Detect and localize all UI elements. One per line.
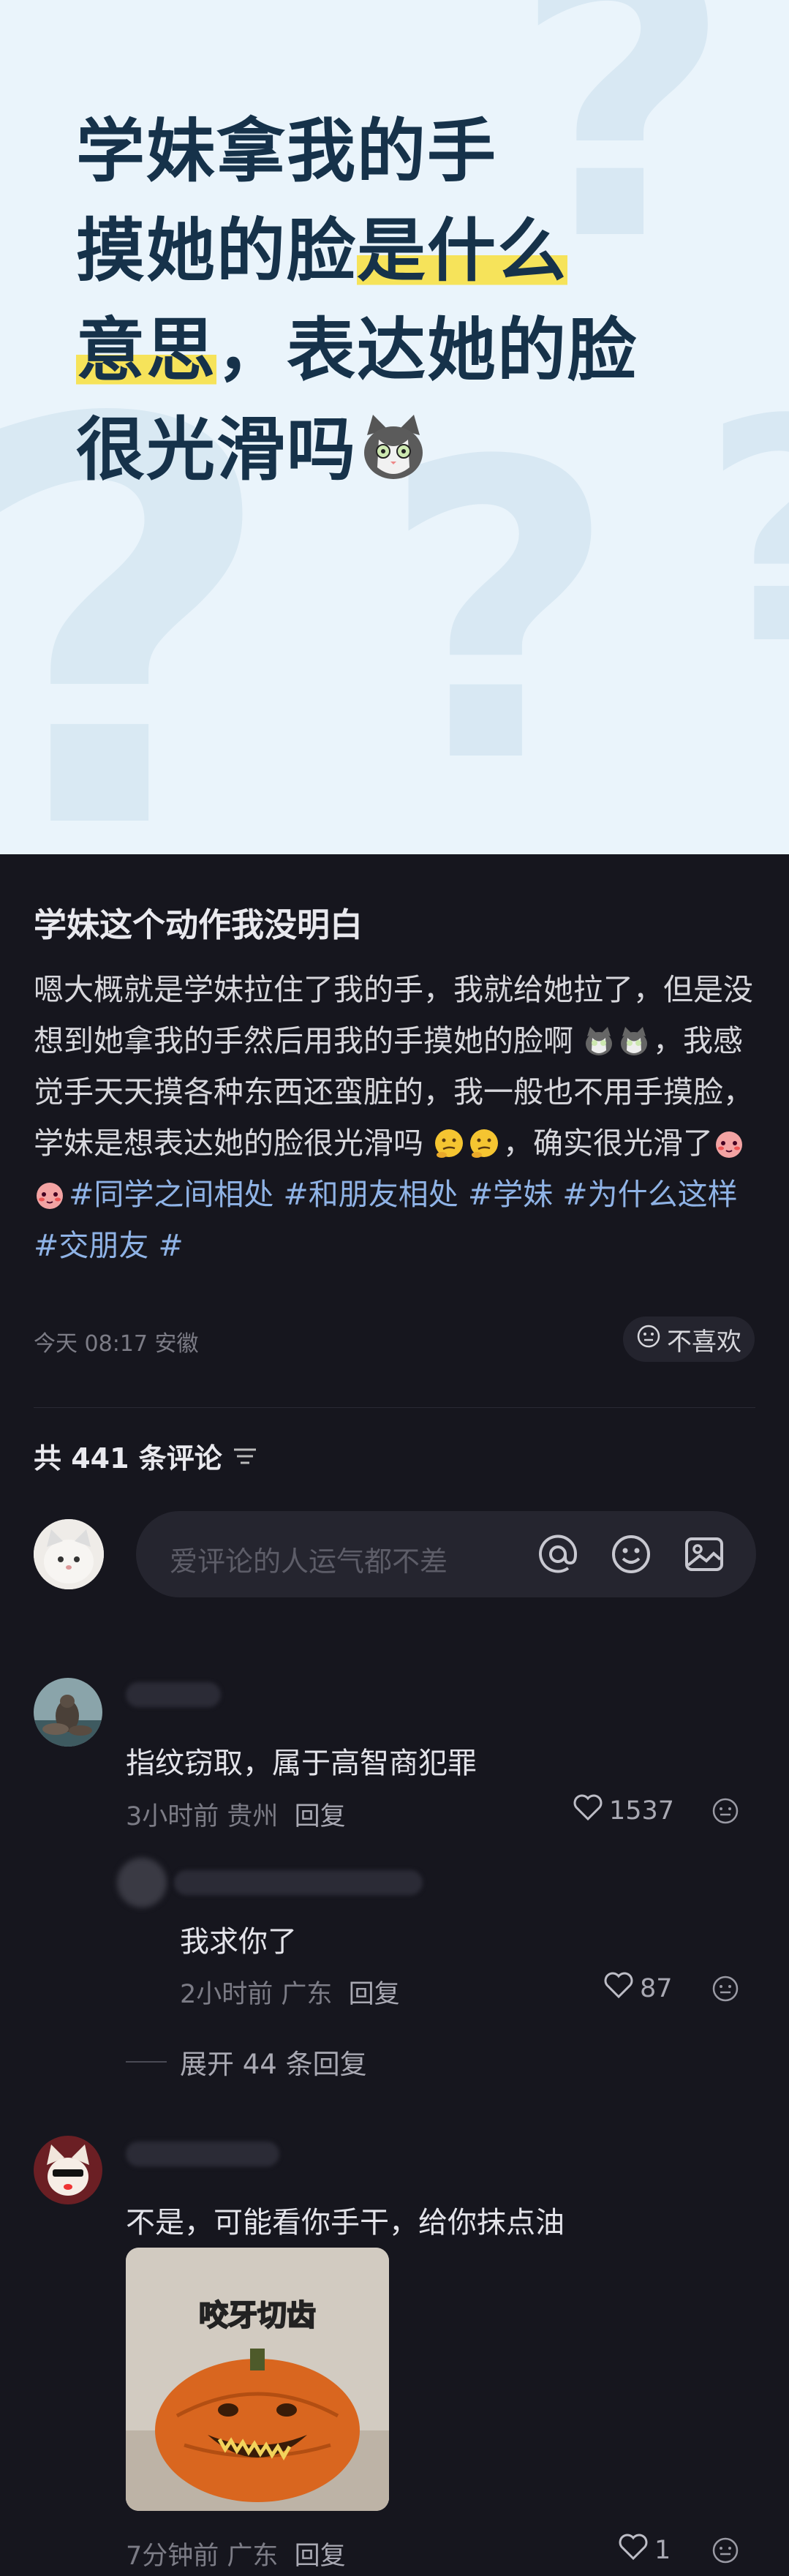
like-button[interactable]: 1 xyxy=(618,2533,671,2567)
commenter-name-blurred[interactable] xyxy=(126,1682,221,1707)
post-timestamp: 今天 08:17 安徽 xyxy=(34,1331,199,1357)
meme-caption: 咬牙切齿 xyxy=(198,2298,317,2333)
dislike-label: 不喜欢 xyxy=(667,1327,741,1357)
cover-title-line: ，表达她的脸 xyxy=(216,311,638,391)
divider xyxy=(34,1407,755,1408)
emoji-icon[interactable] xyxy=(608,1532,654,1577)
reply-button[interactable]: 回复 xyxy=(349,1980,400,2009)
comment-meta: 3小时前 贵州 回复 xyxy=(126,1796,346,1833)
hashtag-link[interactable]: #为什么这样 xyxy=(562,1177,737,1212)
post-text: ，确实很光滑了 xyxy=(503,1126,714,1161)
cover-title-line: 摸她的脸 xyxy=(76,211,358,291)
heart-icon xyxy=(618,2533,649,2567)
commenter-avatar[interactable] xyxy=(34,2136,102,2204)
post-title: 学妹这个动作我没明白 xyxy=(34,905,363,944)
expand-line xyxy=(126,2061,167,2063)
hashtag-link[interactable]: #交朋友 xyxy=(34,1228,148,1263)
dislike-button[interactable]: 不喜欢 xyxy=(623,1317,755,1362)
reaction-icon[interactable] xyxy=(711,1796,740,1826)
heart-icon xyxy=(573,1793,603,1828)
like-count: 87 xyxy=(640,1973,673,2003)
comment-meme-image[interactable]: 咬牙切齿 xyxy=(126,2248,389,2511)
expand-replies-button[interactable]: 展开 44 条回复 xyxy=(126,2042,367,2082)
reaction-icon[interactable] xyxy=(711,1974,740,2003)
cover-title-line: 学妹拿我的手 xyxy=(76,112,498,192)
commenter-avatar[interactable] xyxy=(34,1678,102,1747)
reply-button[interactable]: 回复 xyxy=(295,2542,346,2571)
neutral-face-icon xyxy=(636,1324,661,1355)
cover-title-line: 很光滑吗 xyxy=(76,410,358,490)
comment-input[interactable]: 爱评论的人运气都不差 xyxy=(136,1511,756,1597)
comment-text: 指纹窃取，属于高智商犯罪 xyxy=(126,1747,477,1780)
image-icon[interactable] xyxy=(682,1532,727,1577)
hashtag-link[interactable]: #同学之间相处 xyxy=(69,1177,273,1212)
like-button[interactable]: 87 xyxy=(603,1971,673,2006)
reply-button[interactable]: 回复 xyxy=(295,1802,346,1831)
like-count: 1537 xyxy=(609,1796,675,1826)
reaction-icon[interactable] xyxy=(711,2536,740,2565)
expand-label: 展开 44 条回复 xyxy=(180,2049,367,2080)
cat-emoji-icon xyxy=(583,1021,615,1055)
cover-title-highlight: 是什么 xyxy=(357,211,568,291)
hashtag-link[interactable]: #和朋友相处 xyxy=(283,1177,458,1212)
blush-emoji-icon xyxy=(34,1175,66,1209)
post-body: 嗯大概就是学妹拉住了我的手，我就给她拉了，但是没想到她拿我的手然后用我的手摸她的… xyxy=(34,964,758,1271)
thinking-emoji-icon xyxy=(468,1123,500,1158)
reply-meta: 2小时前 广东 回复 xyxy=(180,1973,400,2011)
comment-time: 7分钟前 广东 xyxy=(126,2542,279,2571)
cover-image: ? ? ? ? 学妹拿我的手 摸她的脸是什么 意思，表达她的脸 很光滑吗 xyxy=(0,0,789,854)
cat-emoji-icon xyxy=(618,1021,650,1055)
heart-icon xyxy=(603,1971,634,2006)
blush-emoji-icon xyxy=(713,1123,745,1158)
comment-time: 3小时前 贵州 xyxy=(126,1802,279,1831)
thinking-emoji-icon xyxy=(433,1123,465,1158)
replier-name-blurred[interactable] xyxy=(174,1870,423,1895)
commenter-name-blurred[interactable] xyxy=(126,2142,279,2166)
comment-count-label: 共 441 条评论 xyxy=(34,1442,222,1475)
cover-title: 学妹拿我的手 摸她的脸是什么 意思，表达她的脸 很光滑吗 xyxy=(76,102,734,500)
comment-meta: 7分钟前 广东 回复 xyxy=(126,2535,346,2572)
cover-title-highlight: 意思 xyxy=(76,311,217,391)
hashtag-link[interactable]: # xyxy=(158,1228,183,1263)
like-count: 1 xyxy=(654,2535,671,2565)
like-button[interactable]: 1537 xyxy=(573,1793,674,1828)
comment-text: 不是，可能看你手干，给你抹点油 xyxy=(126,2206,565,2240)
mention-icon[interactable] xyxy=(535,1532,581,1577)
comment-input-placeholder: 爱评论的人运气都不差 xyxy=(170,1545,448,1578)
sort-icon[interactable] xyxy=(233,1440,257,1472)
reply-time: 2小时前 广东 xyxy=(180,1980,333,2009)
replier-avatar-blurred[interactable] xyxy=(117,1858,167,1907)
my-avatar[interactable] xyxy=(34,1519,104,1589)
comment-count[interactable]: 共 441 条评论 xyxy=(34,1436,257,1476)
hashtag-link[interactable]: #学妹 xyxy=(468,1177,553,1212)
cat-emoji-icon xyxy=(357,410,430,483)
reply-text: 我求你了 xyxy=(180,1925,297,1959)
